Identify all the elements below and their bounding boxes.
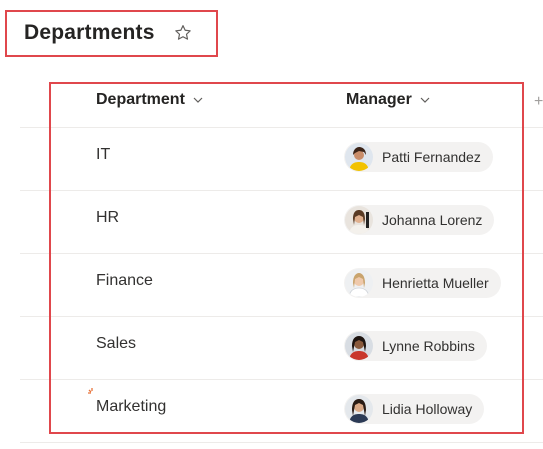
table-row[interactable]: IT Patti Fernandez [20, 128, 543, 191]
table-row[interactable]: Marketing Lidia Holloway [20, 380, 543, 443]
manager-persona[interactable]: Lynne Robbins [344, 331, 487, 361]
manager-name: Johanna Lorenz [382, 212, 483, 228]
star-icon[interactable] [173, 23, 193, 43]
column-header-label: Department [96, 91, 185, 108]
manager-name: Lidia Holloway [382, 401, 473, 417]
page-title: Departments [24, 21, 155, 44]
department-cell: Sales [96, 335, 137, 352]
avatar [345, 206, 373, 234]
list-page: Departments Department Manager + IT Patt… [0, 0, 543, 449]
list-title-bar: Departments [5, 10, 218, 57]
manager-persona[interactable]: Lidia Holloway [344, 394, 485, 424]
manager-name: Lynne Robbins [382, 338, 475, 354]
manager-name: Patti Fernandez [382, 149, 481, 165]
manager-persona[interactable]: Patti Fernandez [344, 142, 493, 172]
avatar [345, 395, 373, 423]
table-row[interactable]: HR Johanna Lorenz [20, 191, 543, 254]
add-column-button[interactable]: + [534, 93, 543, 111]
column-header-manager[interactable]: Manager [346, 91, 430, 109]
department-cell: HR [96, 209, 120, 226]
manager-name: Henrietta Mueller [382, 275, 489, 291]
manager-persona[interactable]: Henrietta Mueller [344, 268, 501, 298]
manager-persona[interactable]: Johanna Lorenz [344, 205, 495, 235]
table-row[interactable]: Finance Henrietta Mueller [20, 254, 543, 317]
table-header-row: Department Manager + [20, 83, 543, 128]
department-cell: IT [96, 146, 111, 163]
list-table: Department Manager + IT Patti Fernandez … [0, 83, 543, 443]
avatar [345, 332, 373, 360]
avatar [345, 143, 373, 171]
chevron-down-icon [193, 97, 203, 103]
column-header-label: Manager [346, 91, 412, 108]
department-cell: Marketing [96, 398, 167, 415]
chevron-down-icon [420, 97, 430, 103]
table-row[interactable]: Sales Lynne Robbins [20, 317, 543, 380]
department-cell: Finance [96, 272, 153, 289]
column-header-department[interactable]: Department [96, 91, 203, 109]
avatar [345, 269, 373, 297]
